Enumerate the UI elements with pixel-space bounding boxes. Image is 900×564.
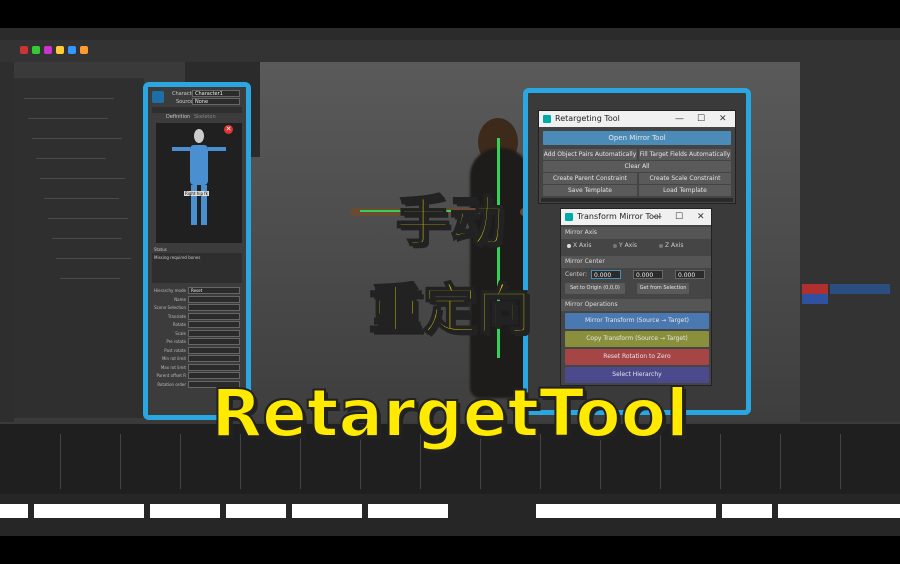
mirror-center-header: Mirror Center bbox=[561, 256, 711, 268]
property-label: Min rot limit bbox=[161, 356, 186, 361]
retargeting-title: Retargeting Tool bbox=[555, 114, 620, 123]
menu-bar bbox=[0, 28, 900, 40]
shelf-icon[interactable] bbox=[68, 46, 76, 54]
shelf-icon[interactable] bbox=[56, 46, 64, 54]
maximize-icon[interactable]: ☐ bbox=[697, 111, 705, 127]
shelf-icon[interactable] bbox=[32, 46, 40, 54]
shelf-toolbar bbox=[0, 40, 900, 62]
create-scale-constraint-button[interactable]: Create Scale Constraint bbox=[639, 173, 731, 184]
minimize-icon[interactable]: — bbox=[675, 111, 684, 127]
retargeting-titlebar: Retargeting Tool — ☐ ✕ bbox=[539, 111, 735, 127]
shelf-icon[interactable] bbox=[80, 46, 88, 54]
character-body bbox=[470, 148, 530, 398]
status-text: Missing required bones bbox=[154, 255, 201, 260]
add-object-pairs-button[interactable]: Add Object Pairs Automatically bbox=[543, 149, 637, 160]
source-label: Source bbox=[176, 99, 194, 105]
open-mirror-tool-button[interactable]: Open Mirror Tool bbox=[543, 131, 731, 145]
tab-definition[interactable]: Definition bbox=[166, 114, 190, 120]
overlay-line-1: 手动 bbox=[395, 190, 505, 253]
property-label: Post rotate bbox=[164, 347, 186, 353]
property-row: Max rot limit bbox=[152, 363, 242, 372]
property-row: Min rot limit bbox=[152, 355, 242, 363]
center-y-field[interactable]: 0.000 bbox=[633, 270, 663, 279]
property-label: Max rot limit bbox=[160, 364, 186, 370]
retargeting-tool-window: Retargeting Tool — ☐ ✕ Open Mirror Tool … bbox=[538, 110, 736, 204]
create-parent-constraint-button[interactable]: Create Parent Constraint bbox=[543, 173, 637, 184]
overlay-line-3: RetargetTool bbox=[210, 375, 689, 452]
character-dropdown[interactable]: Character1 bbox=[192, 90, 240, 97]
property-field[interactable] bbox=[188, 346, 240, 354]
shelf-icon[interactable] bbox=[20, 46, 28, 54]
hik-toolbar[interactable] bbox=[152, 107, 242, 113]
center-x-field[interactable]: 0.000 bbox=[591, 270, 621, 279]
fill-target-fields-button[interactable]: Fill Target Fields Automatically bbox=[639, 149, 731, 160]
range-slider[interactable] bbox=[0, 494, 900, 536]
close-circle-icon[interactable]: ✕ bbox=[224, 125, 233, 134]
property-field[interactable] bbox=[188, 363, 240, 371]
property-row: Post rotate bbox=[152, 346, 242, 355]
overlay-line-2: 重定向 bbox=[368, 278, 532, 341]
clear-all-button[interactable]: Clear All bbox=[543, 161, 731, 172]
tool-logo-icon bbox=[543, 115, 551, 123]
hik-logo-icon bbox=[152, 91, 164, 103]
property-field[interactable] bbox=[188, 355, 240, 362]
shelf-icon[interactable] bbox=[44, 46, 52, 54]
close-icon[interactable]: ✕ bbox=[719, 111, 727, 127]
reset-rotation-button[interactable]: Reset Rotation to Zero bbox=[565, 349, 709, 365]
status-box: Missing required bones bbox=[152, 253, 242, 283]
center-z-field[interactable]: 0.000 bbox=[675, 270, 705, 279]
center-label: Center: bbox=[565, 271, 588, 278]
source-dropdown[interactable]: None bbox=[192, 98, 240, 105]
tab-skeleton[interactable]: Skeleton bbox=[194, 114, 216, 120]
